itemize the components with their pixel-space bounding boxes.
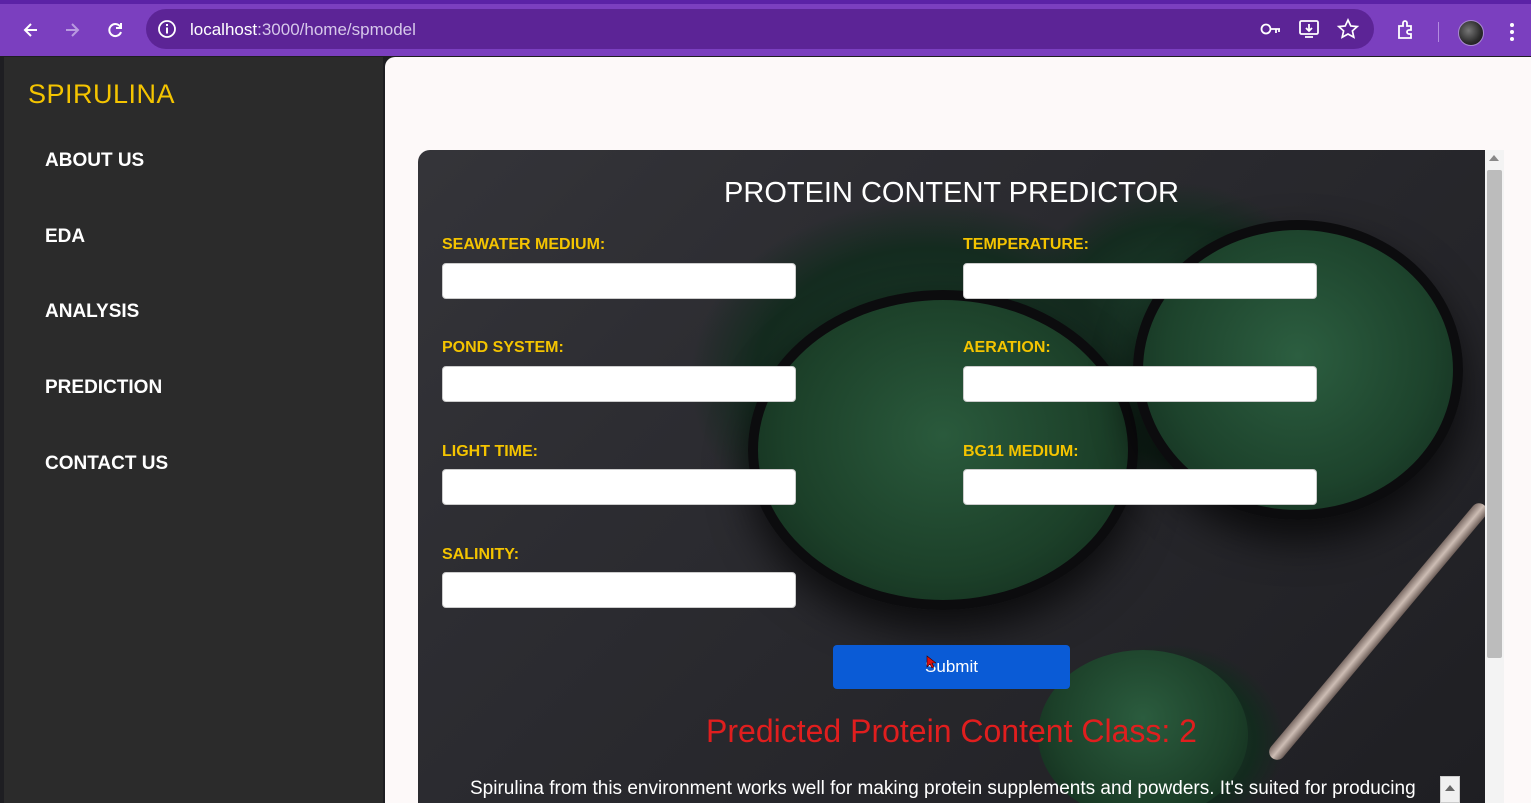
page-scrollbar-thumb[interactable] [1487, 170, 1502, 658]
toolbar-divider [1438, 22, 1439, 42]
forward-icon[interactable] [58, 16, 86, 44]
seawater-medium-label: SEAWATER MEDIUM: [442, 236, 606, 253]
url-path: :3000/home/spmodel [257, 20, 416, 39]
url-host: localhost [190, 20, 258, 39]
brand-logo[interactable]: SPIRULINA [28, 79, 175, 110]
submit-button[interactable]: Submit [833, 645, 1070, 689]
salinity-input[interactable] [442, 572, 796, 608]
address-bar[interactable]: localhost:3000/home/spmodel [146, 9, 1374, 49]
bookmark-star-icon[interactable] [1336, 18, 1360, 40]
browser-toolbar: localhost:3000/home/spmodel [0, 0, 1531, 56]
temperature-label: TEMPERATURE: [963, 236, 1089, 253]
bg11-medium-label: BG11 MEDIUM: [963, 443, 1079, 460]
url-text[interactable]: localhost:3000/home/spmodel [190, 20, 416, 40]
install-app-icon[interactable] [1297, 18, 1321, 40]
background-bowl-left [748, 290, 1138, 610]
aeration-input[interactable] [963, 366, 1317, 402]
seawater-medium-input[interactable] [442, 263, 796, 299]
back-icon[interactable] [17, 16, 45, 44]
nav-analysis[interactable]: ANALYSIS [45, 301, 139, 323]
nav-about-us[interactable]: ABOUT US [45, 150, 144, 172]
pond-system-label: POND SYSTEM: [442, 339, 564, 356]
site-info-icon[interactable] [156, 18, 178, 40]
scroll-up-icon[interactable] [1489, 155, 1499, 161]
predictor-card: PROTEIN CONTENT PREDICTOR SEAWATER MEDIU… [418, 150, 1485, 803]
light-time-input[interactable] [442, 469, 796, 505]
extensions-icon[interactable] [1395, 18, 1419, 42]
profile-avatar[interactable] [1458, 20, 1484, 46]
more-menu-icon[interactable] [1504, 20, 1520, 44]
inner-scroll-up-icon [1445, 785, 1455, 791]
bg11-medium-input[interactable] [963, 469, 1317, 505]
pond-system-input[interactable] [442, 366, 796, 402]
result-description: Spirulina from this environment works we… [470, 778, 1416, 799]
form-title: PROTEIN CONTENT PREDICTOR [724, 177, 1179, 209]
reload-icon[interactable] [101, 16, 129, 44]
nav-eda[interactable]: EDA [45, 226, 85, 248]
prediction-result: Predicted Protein Content Class: 2 [706, 713, 1197, 749]
mouse-cursor-icon [926, 655, 936, 669]
temperature-input[interactable] [963, 263, 1317, 299]
inner-scroll-up-button[interactable] [1440, 776, 1460, 803]
password-key-icon[interactable] [1259, 18, 1283, 40]
nav-contact-us[interactable]: CONTACT US [45, 453, 168, 475]
sidebar: SPIRULINA ABOUT US EDA ANALYSIS PREDICTI… [4, 57, 383, 803]
salinity-label: SALINITY: [442, 546, 520, 563]
aeration-label: AERATION: [963, 339, 1051, 356]
nav-prediction[interactable]: PREDICTION [45, 377, 162, 399]
light-time-label: LIGHT TIME: [442, 443, 538, 460]
